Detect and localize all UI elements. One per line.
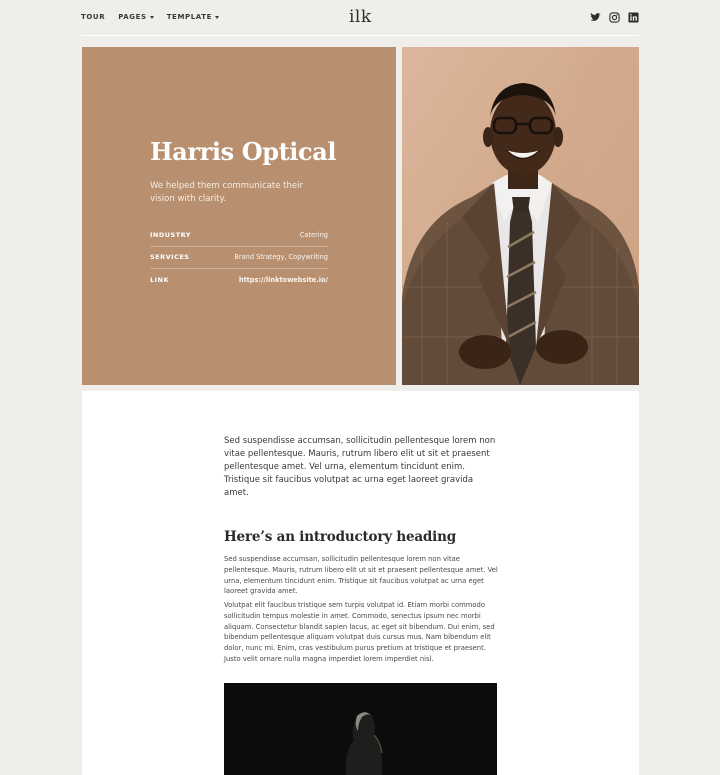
nav-item-tour[interactable]: TOUR	[81, 12, 105, 22]
top-navigation: TOUR PAGES TEMPLATE ilk	[81, 0, 639, 36]
meta-key: SERVICES	[150, 253, 190, 262]
twitter-icon[interactable]	[590, 12, 601, 23]
nav-item-pages[interactable]: PAGES	[118, 12, 154, 22]
site-logo[interactable]: ilk	[349, 7, 372, 27]
chevron-down-icon	[149, 15, 154, 19]
chevron-down-icon	[215, 15, 220, 19]
hero-panel: Harris Optical We helped them communicat…	[82, 47, 396, 385]
meta-row-services: SERVICES Brand Strategy, Copywriting	[150, 247, 328, 269]
silhouette-image	[224, 683, 497, 775]
linkedin-icon[interactable]	[628, 12, 639, 23]
meta-row-industry: INDUSTRY Catering	[150, 224, 328, 247]
meta-key: INDUSTRY	[150, 230, 192, 239]
nav-item-label: TOUR	[81, 13, 106, 21]
hero-title: Harris Optical	[150, 137, 337, 166]
nav-menu: TOUR PAGES TEMPLATE	[81, 12, 232, 22]
project-meta-table: INDUSTRY Catering SERVICES Brand Strateg…	[150, 224, 328, 292]
nav-item-template[interactable]: TEMPLATE	[166, 12, 220, 22]
website-link[interactable]: https://linktowebsite.io/	[239, 276, 328, 284]
meta-key: LINK	[150, 276, 170, 285]
body-paragraph: Volutpat elit faucibus tristique sem tur…	[224, 601, 495, 663]
social-links	[590, 12, 639, 23]
article-content: Sed suspendisse accumsan, sollicitudin p…	[82, 391, 639, 775]
meta-value: Brand Strategy, Copywriting	[234, 253, 328, 262]
meta-row-link: LINK https://linktowebsite.io/	[150, 269, 328, 292]
body-paragraph: Sed suspendisse accumsan, sollicitudin p…	[224, 555, 498, 596]
section-heading: Here’s an introductory heading	[224, 529, 456, 545]
hero-portrait-image	[402, 47, 639, 385]
hero-subtitle: We helped them communicate their vision …	[150, 181, 303, 204]
nav-item-label: PAGES	[118, 13, 147, 21]
nav-item-label: TEMPLATE	[166, 13, 213, 21]
instagram-icon[interactable]	[609, 12, 620, 23]
lead-paragraph: Sed suspendisse accumsan, sollicitudin p…	[224, 436, 496, 498]
meta-value: Catering	[299, 230, 328, 239]
